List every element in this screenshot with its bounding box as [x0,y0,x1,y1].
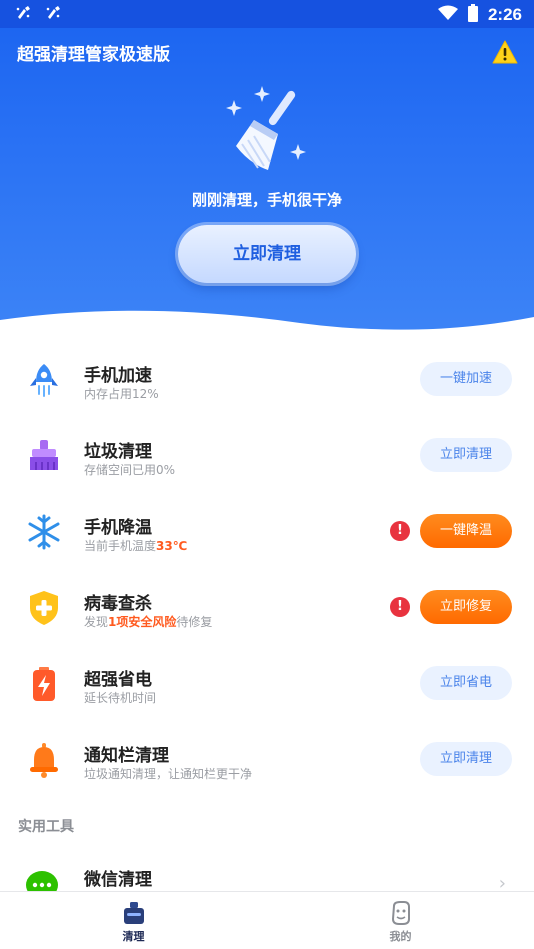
bell-icon [30,743,58,778]
bottom-nav: 清理 我的 [0,891,534,949]
tab-label: 清理 [122,930,145,943]
tab-mine[interactable]: 我的 [267,892,534,949]
list-item-speedup[interactable]: 手机加速 内存占用12% 一键加速 [0,340,534,416]
temperature-value: 33℃ [156,539,188,553]
row-title: 垃圾清理 [84,442,152,462]
list-item-power-save[interactable]: 超强省电 延长待机时间 立即省电 [0,644,534,720]
app-title: 超强清理管家极速版 [17,45,170,65]
row-subtitle: 发现1项安全风险待修复 [84,615,213,629]
wifi-icon [437,5,458,25]
shield-icon [30,591,58,625]
hero-header: 2:26 超强清理管家极速版 刚刚清理，手机很干净 立即清理 [0,0,534,355]
list-item-notification-clean[interactable]: 通知栏清理 垃圾通知清理，让通知栏更干净 立即清理 [0,720,534,796]
clean-tab-icon [124,902,144,924]
tool-title: 微信清理 [84,870,152,890]
profile-tab-icon [391,901,410,925]
clean-status-text: 刚刚清理，手机很干净 [191,191,342,209]
cooldown-button[interactable]: 一键降温 [420,514,512,548]
row-subtitle: 当前手机温度33℃ [84,539,188,553]
alert-icon: ! [390,521,410,541]
speedup-button[interactable]: 一键加速 [420,362,512,396]
notification-icon [44,4,62,27]
tab-clean[interactable]: 清理 [0,892,267,949]
rocket-icon [30,364,58,397]
list-item-cooldown[interactable]: 手机降温 当前手机温度33℃ ! 一键降温 [0,492,534,568]
power-save-button[interactable]: 立即省电 [420,666,512,700]
list-item-junk-clean[interactable]: 垃圾清理 存储空间已用0% 立即清理 [0,416,534,492]
status-bar: 2:26 [0,0,534,28]
section-title-tools: 实用工具 [18,819,74,835]
broom-clean-icon [30,440,58,470]
feature-list: 手机加速 内存占用12% 一键加速 垃圾清理 存储空间已用0% 立即清理 手机降… [0,340,534,796]
row-title: 通知栏清理 [84,746,169,766]
broom-icon [226,86,306,170]
notification-icon [14,4,32,27]
warning-icon[interactable] [492,40,518,64]
row-subtitle: 存储空间已用0% [84,463,176,477]
risk-count: 1项安全风险 [108,615,177,629]
app-screen: 2:26 超强清理管家极速版 刚刚清理，手机很干净 立即清理 手机加速 内存占用… [0,0,534,949]
snowflake-icon [28,514,60,550]
row-title: 病毒查杀 [84,594,152,614]
junk-clean-button[interactable]: 立即清理 [420,438,512,472]
notification-clean-button[interactable]: 立即清理 [420,742,512,776]
row-title: 手机降温 [84,518,152,538]
row-subtitle: 内存占用12% [84,387,159,401]
battery-bolt-icon [33,667,55,701]
row-subtitle: 垃圾通知清理，让通知栏更干净 [84,767,253,781]
row-subtitle: 延长待机时间 [84,691,157,705]
list-item-antivirus[interactable]: 病毒查杀 发现1项安全风险待修复 ! 立即修复 [0,568,534,644]
fix-now-button[interactable]: 立即修复 [420,590,512,624]
clean-now-button[interactable]: 立即清理 [178,225,356,283]
battery-icon [467,4,478,26]
row-title: 超强省电 [84,670,152,690]
status-time: 2:26 [487,5,522,24]
row-title: 手机加速 [84,366,152,386]
tab-label: 我的 [389,930,412,943]
alert-icon: ! [390,597,410,617]
